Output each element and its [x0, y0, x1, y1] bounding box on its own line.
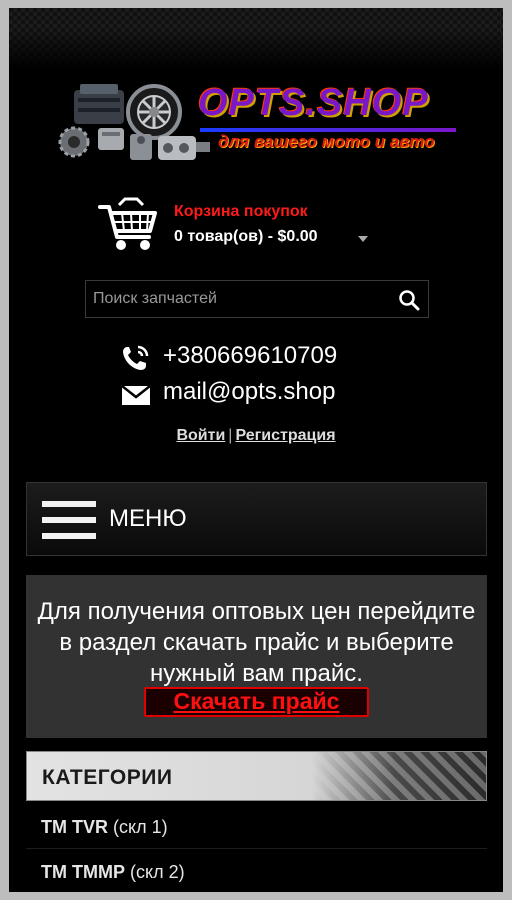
logo-subtitle: для вашего мото и авто [218, 132, 435, 151]
auto-parts-logo-image [58, 84, 210, 160]
categories-list: TM TVR (скл 1) TM TMMP (скл 2) [26, 804, 487, 892]
top-texture-strip [9, 8, 503, 68]
price-notice-panel: Для получения оптовых цен перейдите в ра… [26, 575, 487, 738]
category-label: TM TMMP (скл 2) [41, 862, 185, 883]
auth-links: Войти | Регистрация [9, 427, 503, 445]
menu-toggle-button[interactable]: МЕНЮ [26, 482, 487, 556]
shopping-cart-icon [98, 197, 157, 250]
shopping-cart[interactable]: Корзина покупок 0 товар(ов) - $0.00 [97, 195, 397, 255]
search-box [85, 280, 429, 318]
phone-icon [123, 345, 149, 370]
page-frame: OPTS.SHOP для вашего мото и авто Корзина… [9, 8, 503, 892]
cart-dropdown-caret-icon[interactable] [358, 236, 368, 242]
hamburger-menu-icon [42, 501, 96, 539]
envelope-icon [121, 385, 151, 405]
search-input[interactable] [86, 281, 386, 317]
auth-separator: | [228, 427, 233, 444]
cart-title: Корзина покупок [174, 203, 308, 220]
price-notice-text: Для получения оптовых цен перейдите в ра… [37, 598, 476, 687]
login-link[interactable]: Войти [176, 427, 225, 444]
menu-label: МЕНЮ [109, 505, 187, 532]
phone-number[interactable]: +380669610709 [163, 342, 337, 370]
search-icon[interactable] [398, 289, 420, 311]
category-item[interactable]: TM TMMP (скл 2) [26, 849, 487, 892]
logo-title: OPTS.SHOP [198, 82, 429, 124]
categories-title: КАТЕГОРИИ [42, 766, 173, 789]
categories-header: КАТЕГОРИИ [26, 751, 487, 801]
cart-total[interactable]: 0 товар(ов) - $0.00 [174, 228, 318, 246]
category-label: TM TVR (скл 1) [41, 817, 168, 838]
category-name: TM TMMP [41, 862, 125, 882]
category-item[interactable]: TM TVR (скл 1) [26, 804, 487, 849]
site-logo[interactable]: OPTS.SHOP для вашего мото и авто [54, 76, 459, 168]
register-link[interactable]: Регистрация [235, 427, 335, 444]
category-name: TM TVR [41, 817, 108, 837]
download-price-button[interactable]: Скачать прайс [144, 687, 369, 717]
email-address[interactable]: mail@opts.shop [163, 378, 335, 406]
category-note: (скл 1) [113, 817, 168, 837]
category-note: (скл 2) [130, 862, 185, 882]
